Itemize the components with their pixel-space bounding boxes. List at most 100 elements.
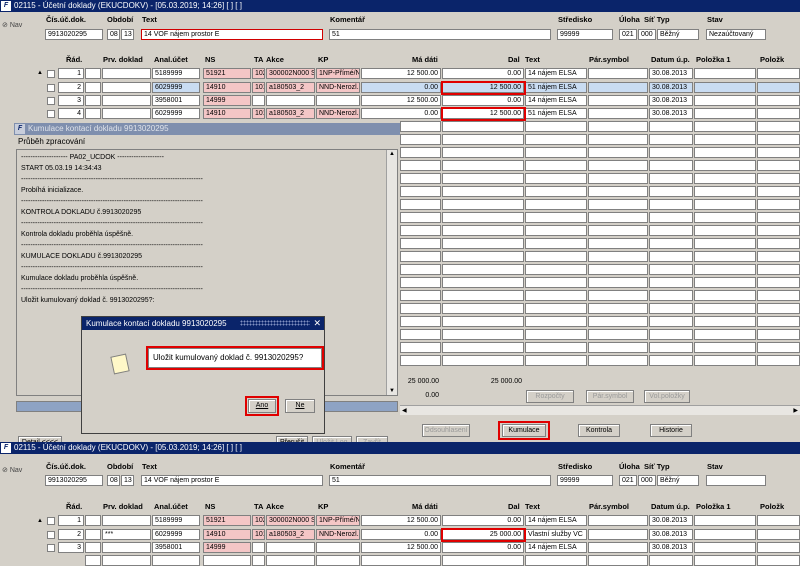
text-field[interactable]: 14 VOF nájem prostor E [141, 29, 323, 40]
kontrola-button[interactable]: Kontrola [578, 424, 620, 437]
net-field[interactable]: 000 [638, 475, 656, 486]
row-marker[interactable] [85, 68, 101, 79]
datum-cell[interactable]: 30.08.2013 [649, 95, 693, 106]
ta-cell[interactable] [252, 95, 265, 106]
type-field[interactable]: Běžný [657, 475, 699, 486]
kp-cell[interactable]: NND-Nerozl. [316, 529, 360, 540]
rozpocty-button[interactable]: Rozpočty [526, 390, 574, 403]
center-field[interactable]: 99999 [557, 29, 613, 40]
akce-cell[interactable]: 300002N000 S [266, 515, 315, 526]
type-field[interactable]: Běžný [657, 29, 699, 40]
polozka1-cell[interactable] [694, 82, 756, 93]
ta-cell[interactable] [252, 542, 265, 553]
ma-dati-cell[interactable]: 0.00 [361, 529, 441, 540]
prv-doklad-cell[interactable] [102, 82, 151, 93]
text-cell[interactable]: 14 nájem ELSA [525, 515, 587, 526]
kp-cell[interactable] [316, 542, 360, 553]
ma-dati-cell[interactable]: 12 500.00 [361, 95, 441, 106]
polozka-cell[interactable] [757, 82, 800, 93]
anal-cell[interactable]: 3958001 [152, 542, 200, 553]
par-symbol-cell[interactable] [588, 95, 648, 106]
task-field[interactable]: 021 [619, 29, 637, 40]
odsouhlaseni-button[interactable]: Odsouhlasení [422, 424, 470, 437]
scroll-up-icon[interactable]: ▲ [37, 70, 43, 76]
nav-link[interactable]: ⊘ Nav [2, 21, 22, 29]
ta-cell[interactable]: 102 [252, 68, 265, 79]
polozka-cell[interactable] [757, 68, 800, 79]
comment-field[interactable]: 51 [329, 475, 551, 486]
ns-cell[interactable]: 14910 [203, 529, 251, 540]
prv-doklad-cell[interactable] [102, 95, 151, 106]
row-marker[interactable] [85, 82, 101, 93]
scroll-up-icon[interactable]: ▲ [389, 151, 395, 157]
prv-doklad-cell[interactable]: *** [102, 529, 151, 540]
akce-cell[interactable] [266, 95, 315, 106]
progress-window-titlebar[interactable]: F Kumulace kontací dokladu 9913020295 [14, 123, 400, 135]
ns-cell[interactable]: 14999 [203, 542, 251, 553]
polozka1-cell[interactable] [694, 529, 756, 540]
ma-dati-cell[interactable]: 12 500.00 [361, 542, 441, 553]
period-year-field[interactable]: 13 [121, 29, 134, 40]
text-cell[interactable]: 51 nájem ELSA [525, 82, 587, 93]
dialog-no-button[interactable]: Ne [285, 399, 315, 413]
text-field[interactable]: 14 VOF nájem prostor E [141, 475, 323, 486]
prv-doklad-cell[interactable] [102, 108, 151, 119]
akce-cell[interactable] [266, 542, 315, 553]
polozka-cell[interactable] [757, 108, 800, 119]
row-checkbox[interactable] [47, 70, 55, 78]
prv-doklad-cell[interactable] [102, 542, 151, 553]
row-checkbox[interactable] [47, 110, 55, 118]
comment-field[interactable]: 51 [329, 29, 551, 40]
top-window-titlebar[interactable]: F 02115 - Účetní doklady (EKUCDOKV) - [0… [0, 0, 800, 12]
ta-cell[interactable]: 101 [252, 108, 265, 119]
scroll-up-icon[interactable]: ▲ [37, 518, 43, 524]
row-checkbox[interactable] [47, 544, 55, 552]
row-marker[interactable] [85, 555, 101, 566]
par-symbol-cell[interactable] [588, 68, 648, 79]
par-symbol-cell[interactable] [588, 542, 648, 553]
nav-link[interactable]: ⊘ Nav [2, 466, 22, 474]
horizontal-scrollbar[interactable]: ◀ ▶ [400, 405, 800, 415]
par-symbol-cell[interactable] [588, 82, 648, 93]
historie-button[interactable]: Historie [650, 424, 692, 437]
datum-cell[interactable]: 30.08.2013 [649, 108, 693, 119]
anal-cell[interactable]: 5189999 [152, 515, 200, 526]
row-marker[interactable] [85, 95, 101, 106]
datum-cell[interactable]: 30.08.2013 [649, 542, 693, 553]
ma-dati-cell[interactable]: 12 500.00 [361, 68, 441, 79]
row-marker[interactable] [85, 542, 101, 553]
task-field[interactable]: 021 [619, 475, 637, 486]
period-month-field[interactable]: 08 [107, 29, 120, 40]
bottom-window-titlebar[interactable]: F 02115 - Účetní doklady (EKUCDOKV) - [0… [0, 442, 800, 454]
scroll-down-icon[interactable]: ▼ [389, 388, 395, 394]
row-checkbox[interactable] [47, 531, 55, 539]
dialog-titlebar[interactable]: Kumulace kontací dokladu 9913020295 ✕ [82, 317, 324, 330]
dal-cell[interactable]: 0.00 [442, 95, 524, 106]
par-symbol-cell[interactable] [588, 515, 648, 526]
ta-cell[interactable]: 101 [252, 529, 265, 540]
text-cell[interactable]: 51 nájem ELSA [525, 108, 587, 119]
period-year-field[interactable]: 13 [121, 475, 134, 486]
ta-cell[interactable]: 101 [252, 82, 265, 93]
scroll-left-icon[interactable]: ◀ [402, 407, 407, 414]
akce-cell[interactable]: a180503_2 [266, 82, 315, 93]
prv-doklad-cell[interactable] [102, 68, 151, 79]
anal-cell[interactable]: 3958001 [152, 95, 200, 106]
row-marker[interactable] [85, 529, 101, 540]
vol-polozky-button[interactable]: Vol.položky [644, 390, 690, 403]
dal-cell[interactable]: 25 000.00 [442, 529, 524, 540]
dal-cell[interactable]: 0.00 [442, 515, 524, 526]
dialog-close-icon[interactable]: ✕ [313, 317, 321, 330]
kp-cell[interactable]: 1NP-Přímé/N [316, 515, 360, 526]
anal-cell[interactable]: 6029999 [152, 529, 200, 540]
akce-cell[interactable]: a180503_2 [266, 108, 315, 119]
text-cell[interactable]: 14 nájem ELSA [525, 95, 587, 106]
net-field[interactable]: 000 [638, 29, 656, 40]
anal-cell[interactable]: 6029999 [152, 108, 200, 119]
par-symbol-cell[interactable] [588, 108, 648, 119]
kp-cell[interactable] [316, 95, 360, 106]
polozka1-cell[interactable] [694, 108, 756, 119]
period-month-field[interactable]: 08 [107, 475, 120, 486]
ns-cell[interactable]: 51921 [203, 515, 251, 526]
scroll-right-icon[interactable]: ▶ [793, 407, 798, 414]
